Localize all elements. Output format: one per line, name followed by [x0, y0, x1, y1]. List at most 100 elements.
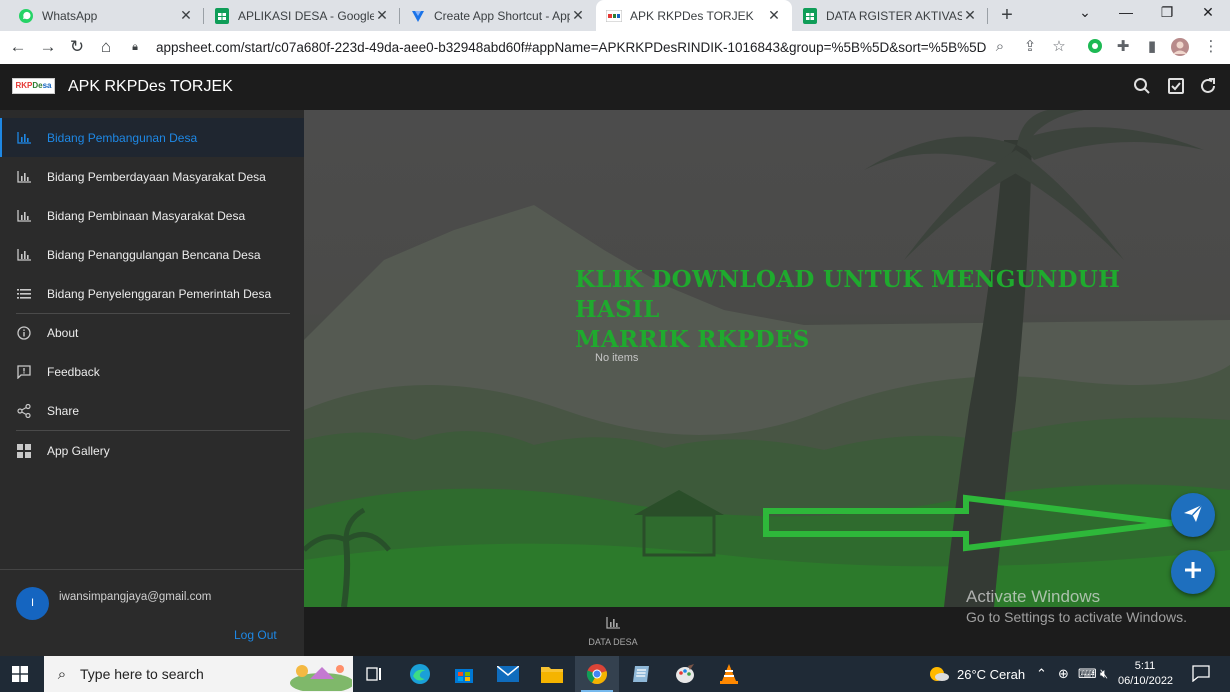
- list-icon: [16, 286, 32, 302]
- sidebar-item-label: Feedback: [47, 364, 100, 379]
- checkbox-select-icon[interactable]: [1166, 77, 1186, 97]
- chrome-icon[interactable]: [575, 656, 619, 692]
- search-icon[interactable]: [1132, 77, 1152, 97]
- sidebar-item-app-gallery[interactable]: App Gallery: [0, 431, 304, 470]
- sidebar-item-bidang-penanggulangan[interactable]: Bidang Penanggulangan Bencana Desa: [0, 235, 304, 274]
- feedback-icon: [16, 364, 32, 380]
- bookmark-star-icon[interactable]: ☆: [1050, 38, 1068, 56]
- sidebar-item-label: Share: [47, 403, 80, 418]
- bar-chart-icon: [16, 247, 32, 263]
- instruction-headline: KLIK DOWNLOAD UNTUK MENGUNDUH HASIL MARR…: [575, 266, 1121, 353]
- side-panel-icon[interactable]: ▮: [1143, 38, 1161, 56]
- taskbar-search-input[interactable]: ⌕ Type here to search: [44, 656, 353, 692]
- restore-icon[interactable]: ❐: [1157, 4, 1177, 21]
- extension-green-icon[interactable]: [1086, 38, 1104, 56]
- new-tab-plus-icon[interactable]: +: [996, 5, 1018, 25]
- add-button[interactable]: [1171, 550, 1215, 594]
- mail-icon[interactable]: [486, 656, 530, 692]
- sidebar-item-label: Bidang Penanggulangan Bencana Desa: [47, 247, 261, 262]
- windows-activation-watermark-subtitle: Go to Settings to activate Windows.: [966, 609, 1187, 625]
- close-icon[interactable]: ✕: [962, 7, 978, 24]
- bottom-navigation: DATA DESA Go to Settings to activate Win…: [304, 607, 1230, 656]
- sidebar-item-label: Bidang Pembangunan Desa: [47, 130, 198, 145]
- weather-sun-icon[interactable]: [928, 664, 950, 687]
- tab-title: DATA RGISTER AKTIVASI APL: [826, 8, 962, 23]
- close-icon[interactable]: ✕: [570, 7, 586, 24]
- extensions-puzzle-icon[interactable]: ✚: [1114, 38, 1132, 56]
- empty-state-text: No items: [595, 352, 639, 364]
- share-icon: [16, 403, 32, 419]
- close-icon[interactable]: ✕: [374, 7, 390, 24]
- microsoft-store-icon[interactable]: [442, 656, 486, 692]
- tab-data-register[interactable]: DATA RGISTER AKTIVASI APL ✕: [792, 0, 988, 31]
- sidebar-item-share[interactable]: Share: [0, 391, 304, 430]
- notepad-app-icon[interactable]: [619, 656, 663, 692]
- tab-aplikasi-desa[interactable]: APLIKASI DESA - Google Spre ✕: [204, 0, 400, 31]
- task-view-icon[interactable]: [353, 656, 397, 692]
- sidebar-item-about[interactable]: About: [0, 313, 304, 352]
- zoom-search-icon[interactable]: ⌕: [991, 38, 1009, 56]
- sidebar-item-bidang-penyelenggaran[interactable]: Bidang Penyelenggaran Pemerintah Desa: [0, 274, 304, 313]
- vlc-player-icon[interactable]: [707, 656, 751, 692]
- browser-tab-strip: WhatsApp ✕ APLIKASI DESA - Google Spre ✕…: [0, 0, 1230, 31]
- windows-taskbar: ⌕ Type here to search 26°C Cerah ⌃ ⊕ ⌨ 🔇…: [0, 656, 1230, 692]
- weather-text[interactable]: 26°C Cerah: [957, 667, 1025, 682]
- browser-toolbar: ← → ↻ ⌂ 🔒︎ appsheet.com/start/c07a680f-2…: [0, 31, 1230, 64]
- rkpdes-icon: [606, 8, 622, 24]
- keyboard-language-icon[interactable]: ⌨: [1078, 666, 1097, 682]
- tab-title: Create App Shortcut - AppSh: [434, 8, 570, 23]
- reload-icon[interactable]: ↻: [67, 37, 87, 57]
- paper-plane-icon: [1182, 502, 1204, 529]
- whatsapp-icon: [18, 8, 34, 24]
- notification-center-icon[interactable]: [1192, 665, 1210, 685]
- tab-title: APK RKPDes TORJEK: [630, 8, 754, 23]
- back-arrow-icon[interactable]: ←: [8, 37, 28, 57]
- network-app-icon[interactable]: ⊕: [1058, 666, 1069, 682]
- avatar: I: [16, 587, 49, 620]
- search-icon: ⌕: [57, 665, 67, 683]
- tab-search-chevron-icon[interactable]: ⌄: [1075, 4, 1095, 21]
- edge-browser-icon[interactable]: [398, 656, 442, 692]
- sidebar-item-bidang-pemberdayaan[interactable]: Bidang Pemberdayaan Masyarakat Desa: [0, 157, 304, 196]
- profile-avatar[interactable]: [1171, 38, 1189, 56]
- bar-chart-icon: [588, 617, 638, 633]
- sidebar-item-feedback[interactable]: Feedback: [0, 352, 304, 391]
- url-text: appsheet.com/start/c07a680f-223d-49da-ae…: [156, 40, 986, 55]
- background-landscape-illustration: [304, 110, 1230, 607]
- show-hidden-icons-chevron-icon[interactable]: ⌃: [1036, 666, 1047, 682]
- close-icon[interactable]: ✕: [178, 7, 194, 24]
- bar-chart-icon: [16, 130, 32, 146]
- sheets-icon: [214, 7, 230, 24]
- tab-whatsapp[interactable]: WhatsApp ✕: [8, 0, 204, 31]
- home-icon[interactable]: ⌂: [96, 37, 116, 57]
- browser-menu-icon[interactable]: ⋮: [1202, 38, 1220, 56]
- tab-data-desa[interactable]: DATA DESA: [588, 617, 638, 647]
- sidebar-item-label: Bidang Pemberdayaan Masyarakat Desa: [47, 169, 266, 184]
- share-page-icon[interactable]: ⇪: [1021, 38, 1039, 56]
- send-download-button[interactable]: [1171, 493, 1215, 537]
- system-clock[interactable]: 5:11 06/10/2022: [1118, 659, 1173, 689]
- sidebar-item-label: About: [47, 325, 79, 340]
- info-icon: [16, 325, 32, 341]
- tab-title: APLIKASI DESA - Google Spre: [238, 8, 374, 23]
- file-explorer-icon[interactable]: [530, 656, 574, 692]
- sidebar-item-bidang-pembangunan[interactable]: Bidang Pembangunan Desa: [0, 118, 304, 157]
- search-placeholder: Type here to search: [80, 666, 204, 682]
- minimize-icon[interactable]: —: [1116, 4, 1136, 20]
- sidebar-item-bidang-pembinaan[interactable]: Bidang Pembinaan Masyarakat Desa: [0, 196, 304, 235]
- windows-start-icon[interactable]: [12, 666, 28, 682]
- forward-arrow-icon[interactable]: →: [38, 37, 58, 57]
- sidebar-footer-divider: [0, 569, 304, 570]
- bar-chart-icon: [16, 208, 32, 224]
- speaker-muted-icon[interactable]: 🔇︎: [1100, 666, 1108, 682]
- sync-refresh-icon[interactable]: [1198, 77, 1218, 97]
- window-close-icon[interactable]: ✕: [1198, 4, 1218, 21]
- tab-create-app-shortcut[interactable]: Create App Shortcut - AppSh ✕: [400, 0, 596, 31]
- logout-button[interactable]: Log Out: [234, 628, 277, 642]
- sidebar-item-label: Bidang Pembinaan Masyarakat Desa: [47, 208, 246, 223]
- address-bar[interactable]: 🔒︎ appsheet.com/start/c07a680f-223d-49da…: [128, 35, 1078, 60]
- paint-app-icon[interactable]: [663, 656, 707, 692]
- sidebar-item-label: Bidang Penyelenggaran Pemerintah Desa: [47, 286, 272, 301]
- tab-apk-rkpdes-torjek[interactable]: APK RKPDes TORJEK ✕: [596, 0, 792, 31]
- close-icon[interactable]: ✕: [766, 7, 782, 24]
